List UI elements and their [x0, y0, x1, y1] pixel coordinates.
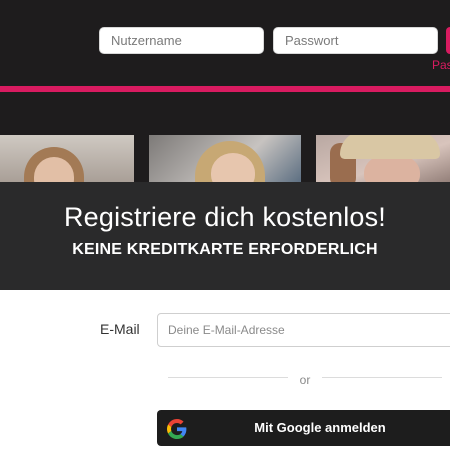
forgot-password-link[interactable]: Pas: [432, 58, 450, 72]
banner-subtitle: KEINE KREDITKARTE ERFORDERLICH: [72, 241, 378, 258]
password-input[interactable]: [273, 27, 438, 54]
divider-left: [168, 377, 288, 378]
google-icon: [167, 419, 187, 439]
username-input[interactable]: [99, 27, 264, 54]
email-input[interactable]: [157, 313, 450, 347]
signup-banner: [0, 182, 450, 290]
profile-photo-3[interactable]: [316, 135, 450, 182]
email-label: E-Mail: [100, 321, 140, 337]
profile-photo-2[interactable]: [149, 135, 301, 182]
login-button[interactable]: [446, 27, 450, 54]
photo-hat: [340, 135, 440, 159]
banner-title: Registriere dich kostenlos!: [63, 202, 387, 232]
page-root: Pas Registriere dich kostenlos! KEINE KR…: [0, 0, 450, 450]
divider-right: [322, 377, 442, 378]
or-separator: or: [299, 373, 311, 387]
profile-photo-strip: [0, 92, 450, 182]
google-signin-label: Mit Google anmelden: [254, 420, 386, 435]
profile-photo-1[interactable]: [0, 135, 134, 182]
